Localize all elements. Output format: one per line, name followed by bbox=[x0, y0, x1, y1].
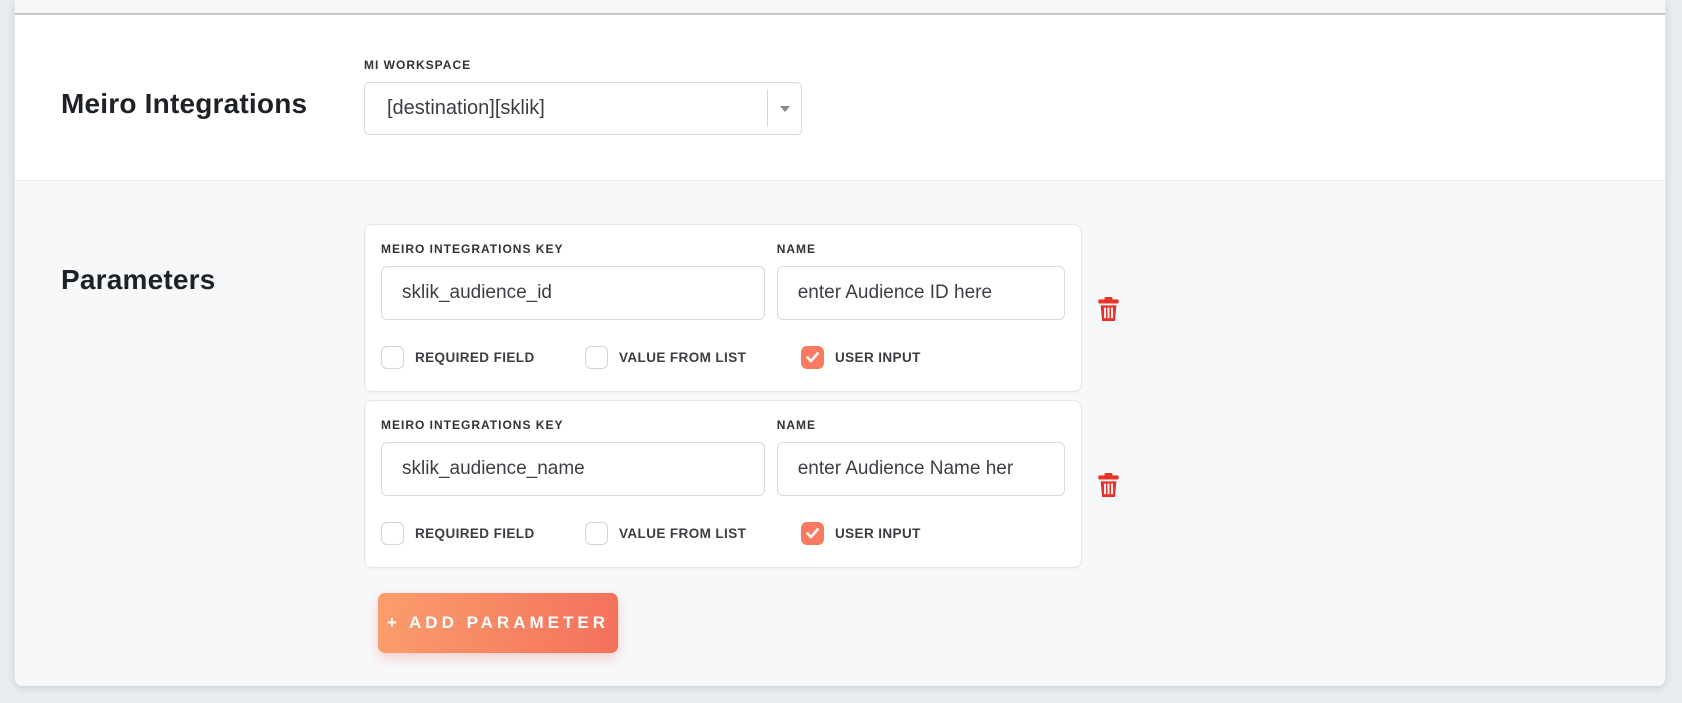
parameters-list: MEIRO INTEGRATIONS KEY NAME bbox=[364, 224, 1121, 686]
user-input-checkbox[interactable] bbox=[801, 346, 824, 369]
meiro-integrations-key-input[interactable] bbox=[381, 442, 765, 496]
parameters-section: Parameters MEIRO INTEGRATIONS KEY NAME bbox=[15, 181, 1665, 686]
user-input-checkbox[interactable] bbox=[801, 522, 824, 545]
meiro-integrations-key-label: MEIRO INTEGRATIONS KEY bbox=[381, 418, 765, 432]
name-label: NAME bbox=[777, 242, 1065, 256]
required-field-checkbox[interactable] bbox=[381, 522, 404, 545]
user-input-label: USER INPUT bbox=[835, 350, 921, 365]
value-from-list-checkbox[interactable] bbox=[585, 346, 608, 369]
required-field-label: REQUIRED FIELD bbox=[415, 350, 535, 365]
name-label: NAME bbox=[777, 418, 1065, 432]
required-field-checkbox[interactable] bbox=[381, 346, 404, 369]
add-parameter-button[interactable]: + ADD PARAMETER bbox=[378, 593, 618, 653]
parameters-section-title: Parameters bbox=[61, 264, 364, 296]
checkmark-icon bbox=[806, 352, 819, 363]
value-from-list-checkbox[interactable] bbox=[585, 522, 608, 545]
delete-parameter-button[interactable] bbox=[1095, 472, 1121, 498]
meiro-integrations-key-label: MEIRO INTEGRATIONS KEY bbox=[381, 242, 765, 256]
caret-down-icon[interactable] bbox=[768, 106, 801, 112]
mi-workspace-select[interactable]: [destination][sklik] bbox=[364, 82, 802, 135]
parameter-name-input[interactable] bbox=[777, 266, 1065, 320]
parameter-row: MEIRO INTEGRATIONS KEY NAME bbox=[364, 400, 1121, 568]
mi-workspace-selected-value: [destination][sklik] bbox=[387, 97, 545, 120]
trash-icon bbox=[1098, 297, 1119, 321]
previous-section-edge bbox=[15, 0, 1665, 15]
workspace-section: Meiro Integrations MI WORKSPACE [destina… bbox=[15, 15, 1665, 181]
parameter-row: MEIRO INTEGRATIONS KEY NAME bbox=[364, 224, 1121, 392]
trash-icon bbox=[1098, 473, 1119, 497]
parameter-name-input[interactable] bbox=[777, 442, 1065, 496]
mi-workspace-label: MI WORKSPACE bbox=[364, 58, 802, 72]
parameter-card: MEIRO INTEGRATIONS KEY NAME bbox=[364, 400, 1082, 568]
delete-parameter-button[interactable] bbox=[1095, 296, 1121, 322]
user-input-label: USER INPUT bbox=[835, 526, 921, 541]
parameter-card: MEIRO INTEGRATIONS KEY NAME bbox=[364, 224, 1082, 392]
checkmark-icon bbox=[806, 528, 819, 539]
settings-card: Meiro Integrations MI WORKSPACE [destina… bbox=[14, 0, 1666, 686]
value-from-list-label: VALUE FROM LIST bbox=[619, 526, 746, 541]
meiro-integrations-key-input[interactable] bbox=[381, 266, 765, 320]
required-field-label: REQUIRED FIELD bbox=[415, 526, 535, 541]
workspace-section-title: Meiro Integrations bbox=[61, 88, 364, 120]
value-from-list-label: VALUE FROM LIST bbox=[619, 350, 746, 365]
